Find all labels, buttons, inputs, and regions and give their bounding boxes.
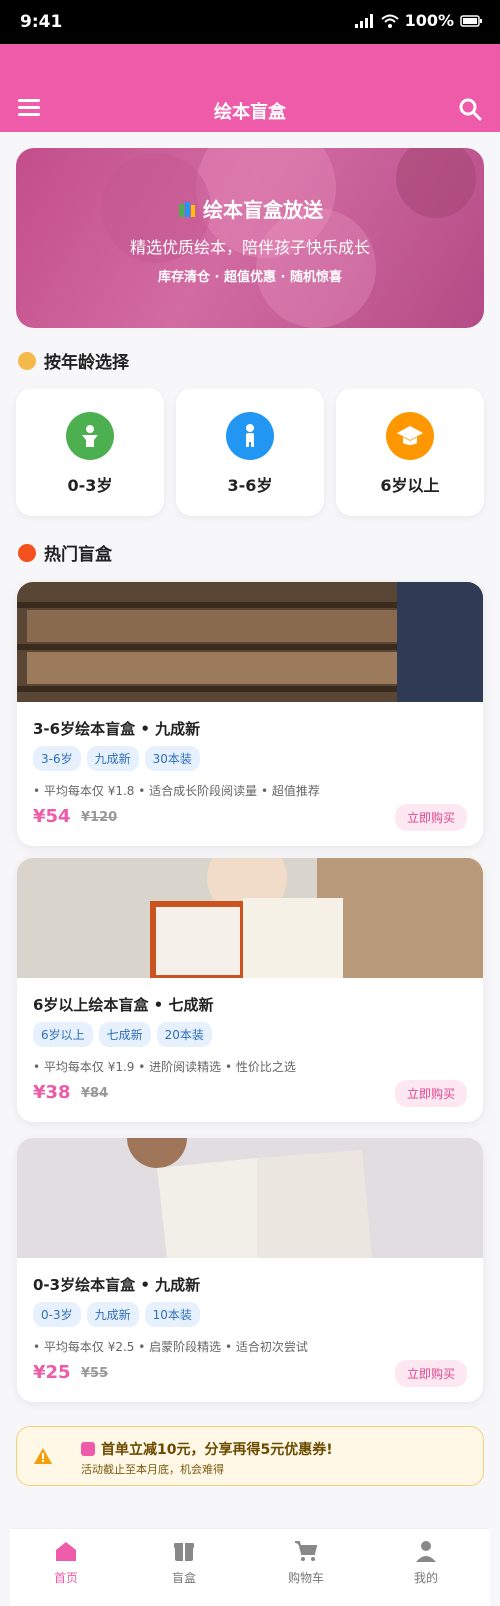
status-time: 9:41 xyxy=(20,12,63,32)
product-card[interactable]: 6岁以上绘本盲盒 • 七成新 6岁以上 七成新 20本装 • 平均每本仅 ¥1.… xyxy=(17,858,483,1122)
hero-subtitle: 精选优质绘本，陪伴孩子快乐成长 xyxy=(129,238,370,257)
tag: 20本装 xyxy=(156,1022,212,1047)
age-section-title-text: 按年龄选择 xyxy=(44,353,129,373)
age-label: 3-6岁 xyxy=(227,476,273,495)
product-title: 3-6岁绘本盲盒 • 九成新 xyxy=(33,720,201,738)
age-label: 6岁以上 xyxy=(380,476,440,495)
battery-icon xyxy=(460,14,482,27)
age-card-6-plus[interactable]: 6岁以上 xyxy=(336,388,484,516)
original-price: ¥84 xyxy=(81,1086,109,1101)
buy-button[interactable]: 立即购买 xyxy=(394,1080,467,1107)
product-title: 6岁以上绘本盲盒 • 七成新 xyxy=(33,996,214,1014)
price: ¥54 xyxy=(33,806,71,827)
product-title: 0-3岁绘本盲盒 • 九成新 xyxy=(33,1276,201,1294)
tag: 0-3岁 xyxy=(33,1302,81,1327)
tab-label: 我的 xyxy=(413,1571,438,1585)
tag: 七成新 xyxy=(98,1022,151,1047)
tag-row: 3-6岁 九成新 30本装 xyxy=(33,746,200,771)
hero-title: 绘本盲盒放送 xyxy=(16,194,484,223)
age-card-3-6[interactable]: 3-6岁 xyxy=(176,388,324,516)
tag-row: 0-3岁 九成新 10本装 xyxy=(33,1302,200,1327)
price: ¥25 xyxy=(33,1362,71,1383)
tab-cart[interactable]: 购物车 xyxy=(266,1539,346,1586)
tag: 九成新 xyxy=(86,746,139,771)
tag: 6岁以上 xyxy=(33,1022,93,1047)
app-header: 绘本盲盒 xyxy=(0,44,500,132)
warning-icon xyxy=(34,1448,52,1464)
signal-icon xyxy=(354,13,373,28)
hot-section-title-text: 热门盲盒 xyxy=(44,545,112,565)
price: ¥38 xyxy=(33,1082,71,1103)
tag: 10本装 xyxy=(144,1302,200,1327)
age-card-0-3[interactable]: 0-3岁 xyxy=(16,388,164,516)
hot-section-title: 热门盲盒 xyxy=(18,540,112,565)
age-section-title: 按年龄选择 xyxy=(18,348,129,373)
notice-subtitle: 活动截止至本月底，机会难得 xyxy=(81,1463,224,1476)
notice-title: 首单立减10元，分享再得5元优惠券! xyxy=(81,1439,333,1459)
tag: 九成新 xyxy=(86,1302,139,1327)
party-icon xyxy=(81,1442,95,1456)
age-label: 0-3岁 xyxy=(67,476,113,495)
original-price: ¥120 xyxy=(81,810,118,825)
baby-face-icon xyxy=(18,351,36,370)
tag-row: 6岁以上 七成新 20本装 xyxy=(33,1022,212,1047)
product-description: • 平均每本仅 ¥1.8 • 适合成长阶段阅读量 • 超值推荐 xyxy=(33,784,320,798)
original-price: ¥55 xyxy=(81,1366,109,1381)
product-image-bookshelf xyxy=(17,582,483,702)
product-image-child-reading xyxy=(17,858,483,978)
buy-button[interactable]: 立即购买 xyxy=(394,804,467,831)
graduation-cap-icon xyxy=(386,412,434,460)
tab-box[interactable]: 盲盒 xyxy=(144,1539,224,1586)
tag: 3-6岁 xyxy=(33,746,81,771)
tab-bar: 首页 盲盒 购物车 我的 xyxy=(10,1528,490,1606)
tab-label: 购物车 xyxy=(287,1571,324,1585)
cart-icon xyxy=(295,1541,318,1561)
status-indicators: 100% xyxy=(354,11,482,30)
product-description: • 平均每本仅 ¥2.5 • 启蒙阶段精选 • 适合初次尝试 xyxy=(33,1340,308,1354)
baby-icon xyxy=(66,412,114,460)
status-bar: 9:41 100% xyxy=(0,0,500,44)
tag: 30本装 xyxy=(144,746,200,771)
hero-tags: 库存清仓 · 超值优惠 · 随机惊喜 xyxy=(158,270,342,285)
books-icon xyxy=(179,202,195,217)
tab-label: 盲盒 xyxy=(171,1571,196,1585)
battery-percent: 100% xyxy=(404,11,454,30)
box-icon xyxy=(174,1543,194,1561)
child-icon xyxy=(226,412,274,460)
tab-profile[interactable]: 我的 xyxy=(386,1539,466,1586)
wifi-icon xyxy=(380,14,399,28)
hero-banner[interactable]: 绘本盲盒放送 精选优质绘本，陪伴孩子快乐成长 库存清仓 · 超值优惠 · 随机惊… xyxy=(16,148,484,328)
product-card[interactable]: 3-6岁绘本盲盒 • 九成新 3-6岁 九成新 30本装 • 平均每本仅 ¥1.… xyxy=(17,582,483,846)
promo-notice[interactable]: 首单立减10元，分享再得5元优惠券! 活动截止至本月底，机会难得 xyxy=(16,1426,484,1486)
page-title: 绘本盲盒 xyxy=(214,102,286,123)
search-icon[interactable] xyxy=(458,97,482,121)
product-image-open-book xyxy=(17,1138,483,1258)
tab-home[interactable]: 首页 xyxy=(26,1539,106,1586)
buy-button[interactable]: 立即购买 xyxy=(394,1360,467,1387)
tab-label: 首页 xyxy=(53,1571,78,1585)
user-icon xyxy=(416,1541,436,1562)
product-card[interactable]: 0-3岁绘本盲盒 • 九成新 0-3岁 九成新 10本装 • 平均每本仅 ¥2.… xyxy=(17,1138,483,1402)
home-icon xyxy=(56,1542,76,1561)
hero-title-text: 绘本盲盒放送 xyxy=(203,198,323,222)
product-description: • 平均每本仅 ¥1.9 • 进阶阅读精选 • 性价比之选 xyxy=(33,1060,296,1074)
notice-title-text: 首单立减10元，分享再得5元优惠券! xyxy=(101,1442,333,1458)
fire-icon xyxy=(18,543,36,562)
